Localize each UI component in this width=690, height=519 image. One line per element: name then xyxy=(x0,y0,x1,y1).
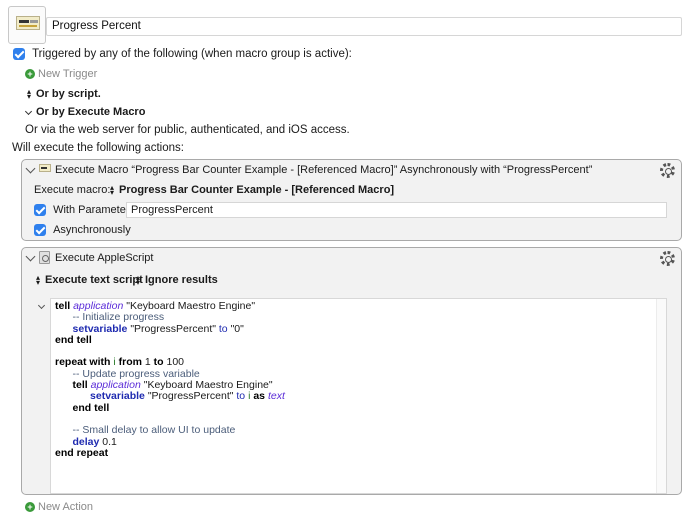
code-token: 0.1 xyxy=(102,435,117,448)
code-token: "Keyboard Maestro Engine" xyxy=(126,300,256,312)
code-line: end tell xyxy=(55,333,662,346)
progress-bar-thumbnail-icon xyxy=(16,16,40,30)
asynchronously-label: Asynchronously xyxy=(53,224,131,236)
code-token: to xyxy=(153,356,164,369)
code-token: text xyxy=(267,390,285,403)
execute-text-script-label: Execute text script xyxy=(45,274,143,286)
ignore-results-label: Ignore results xyxy=(145,274,218,286)
action-title: Execute Macro “Progress Bar Counter Exam… xyxy=(55,164,593,176)
code-token: as xyxy=(253,390,266,403)
macro-icon[interactable] xyxy=(8,6,46,44)
code-token: tell xyxy=(72,379,88,392)
updown-chevron-icon: ▴ ▾ xyxy=(135,273,140,288)
code-token: application xyxy=(73,300,124,312)
code-token: "ProgressPercent" xyxy=(147,390,234,403)
code-token: to xyxy=(236,390,246,403)
execute-macro-action[interactable]: Execute Macro “Progress Bar Counter Exam… xyxy=(21,159,682,241)
code-token: repeat with xyxy=(55,356,111,369)
code-line: end tell xyxy=(55,401,662,414)
code-token: i xyxy=(113,356,116,369)
code-line: setvariable "ProgressPercent" to i as te… xyxy=(55,391,662,402)
code-token: to xyxy=(218,322,228,335)
new-trigger-label: New Trigger xyxy=(38,68,98,80)
triggered-row[interactable]: Triggered by any of the following (when … xyxy=(13,48,352,61)
gear-icon[interactable] xyxy=(660,163,675,178)
with-parameter-row[interactable]: With Parameter xyxy=(34,204,130,217)
ignore-results-popup[interactable]: ▴ ▾ Ignore results xyxy=(134,273,218,288)
execute-macro-label: Execute macro: xyxy=(34,184,111,196)
macro-title-field[interactable]: Progress Percent xyxy=(46,17,682,36)
with-parameter-label: With Parameter xyxy=(53,204,130,216)
execute-macro-icon xyxy=(39,164,51,172)
or-by-script-row[interactable]: ▴ ▾ Or by script. xyxy=(25,87,101,102)
code-token: end repeat xyxy=(55,446,109,459)
code-token: tell xyxy=(55,300,71,312)
code-token: "Keyboard Maestro Engine" xyxy=(143,379,273,392)
web-server-text: Or via the web server for public, authen… xyxy=(25,124,350,136)
code-token: from xyxy=(118,356,142,369)
execute-macro-value: Progress Bar Counter Example - [Referenc… xyxy=(119,184,395,196)
or-by-execute-macro-row[interactable]: Or by Execute Macro xyxy=(24,106,146,118)
code-token: end tell xyxy=(72,401,110,414)
script-editor[interactable]: tell application "Keyboard Maestro Engin… xyxy=(50,298,667,494)
code-token: setvariable xyxy=(90,390,145,403)
collapse-chevron-icon[interactable] xyxy=(25,251,36,262)
code-line: delay 0.1 xyxy=(55,435,662,448)
code-fold-chevron-icon[interactable] xyxy=(37,301,46,310)
code-line: setvariable "ProgressPercent" to "0" xyxy=(55,322,662,335)
triggered-label: Triggered by any of the following (when … xyxy=(32,48,352,60)
code-token: application xyxy=(90,379,141,392)
action-title: Execute AppleScript xyxy=(55,252,154,264)
code-token: 100 xyxy=(166,356,185,369)
execute-applescript-action[interactable]: Execute AppleScript ▴ ▾ Execute text scrip… xyxy=(21,247,682,495)
code-line: end repeat xyxy=(55,446,662,459)
editor-scrollbar[interactable] xyxy=(656,299,666,493)
code-line: -- Small delay to allow UI to update xyxy=(55,425,662,436)
plus-icon: + xyxy=(25,502,35,513)
code-token: -- Update progress variable xyxy=(72,367,200,380)
code-token: i xyxy=(248,390,251,403)
updown-chevron-icon: ▴ ▾ xyxy=(109,183,114,198)
collapse-chevron-icon[interactable] xyxy=(25,163,36,174)
code-token: -- Initialize progress xyxy=(72,311,165,324)
code-token: delay xyxy=(72,435,100,448)
asynchronously-checkbox[interactable] xyxy=(34,224,46,237)
code-token: setvariable xyxy=(72,322,128,335)
updown-chevron-icon: ▴ ▾ xyxy=(35,273,40,288)
or-by-script-label: Or by script. xyxy=(36,88,101,100)
parameter-field[interactable]: ProgressPercent xyxy=(126,202,667,218)
triggered-checkbox[interactable] xyxy=(13,48,25,61)
action-header[interactable]: Execute Macro “Progress Bar Counter Exam… xyxy=(22,160,681,180)
gear-icon[interactable] xyxy=(660,251,675,266)
code-token: "0" xyxy=(230,322,244,335)
code-token: -- Small delay to allow UI to update xyxy=(72,424,236,437)
execute-macro-popup[interactable]: ▴ ▾ Progress Bar Counter Example - [Refere… xyxy=(108,183,395,198)
applescript-icon xyxy=(39,251,50,264)
asynchronously-row[interactable]: Asynchronously xyxy=(34,224,131,237)
execute-text-script-popup[interactable]: ▴ ▾ Execute text script xyxy=(34,273,143,288)
or-by-execute-macro-label: Or by Execute Macro xyxy=(36,106,146,118)
actions-label: Will execute the following actions: xyxy=(12,142,184,154)
chevron-down-icon xyxy=(24,107,33,115)
updown-chevron-icon: ▴ ▾ xyxy=(26,87,31,102)
code-token: 1 xyxy=(144,356,151,369)
new-trigger-button[interactable]: + New Trigger xyxy=(25,68,97,80)
new-action-label: New Action xyxy=(38,501,94,513)
plus-icon: + xyxy=(25,69,35,80)
with-parameter-checkbox[interactable] xyxy=(34,204,46,217)
action-header[interactable]: Execute AppleScript xyxy=(22,248,681,268)
new-action-button[interactable]: + New Action xyxy=(25,501,93,513)
code-token: "ProgressPercent" xyxy=(130,322,216,335)
code-token: end tell xyxy=(55,333,92,346)
